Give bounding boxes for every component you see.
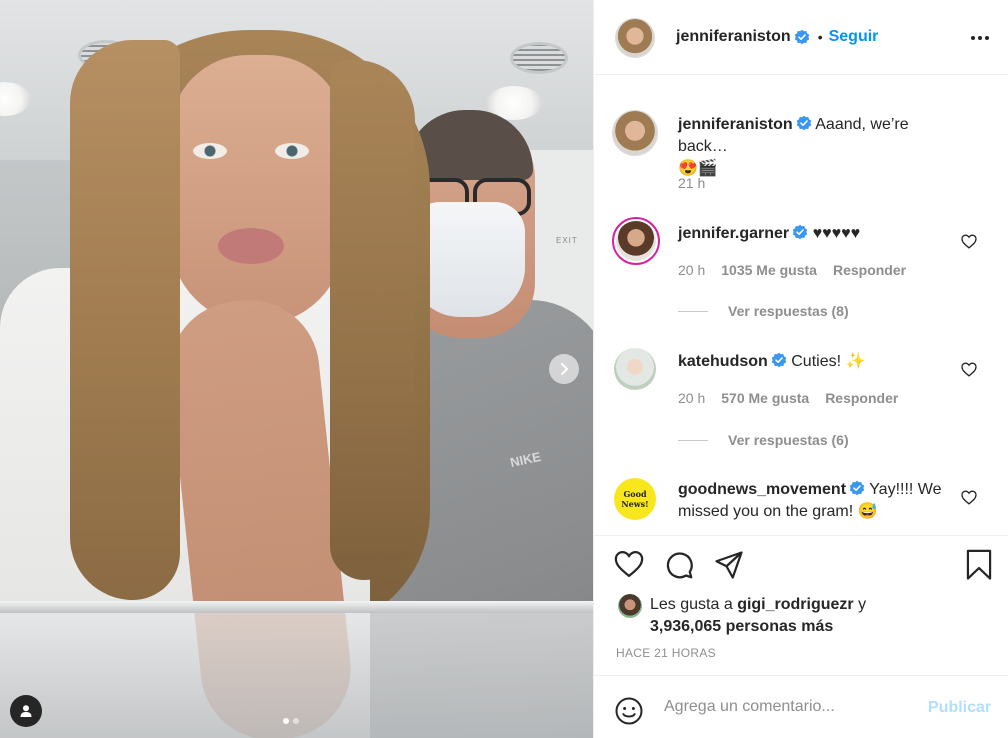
post-side-panel: jenniferaniston • Seguir jenniferaniston…: [593, 0, 1008, 738]
verified-badge-icon: [771, 352, 786, 368]
likes-prefix: Les gusta a: [650, 596, 733, 613]
comments-list[interactable]: jenniferaniston Aaand, we’re back… 😍🎬 21…: [594, 76, 1008, 535]
comment-username[interactable]: jennifer.garner: [678, 225, 789, 242]
liker-username[interactable]: gigi_rodriguezr: [737, 596, 853, 613]
next-photo-button[interactable]: [549, 354, 579, 384]
caption-meta: 21 h: [678, 175, 705, 191]
verified-badge-icon: [794, 29, 809, 45]
comment-input[interactable]: [664, 694, 914, 720]
replies-divider: [678, 310, 708, 312]
verified-badge-icon: [792, 224, 808, 240]
post-photo[interactable]: EXIT NIKE: [0, 0, 593, 738]
comment-text-wrap: goodnews_movement Yay!!!! We missed you …: [678, 479, 948, 523]
likes-connector: y: [858, 596, 867, 613]
more-icon: [978, 36, 982, 40]
woman-hair-front: [330, 60, 415, 580]
like-comment-heart-icon[interactable]: [961, 234, 977, 249]
ceiling-vent: [510, 42, 568, 74]
comment-time[interactable]: 20 h: [678, 262, 705, 278]
view-replies-button[interactable]: Ver respuestas (6): [678, 432, 849, 448]
avatar-logo-text: Good News!: [621, 489, 649, 509]
comment-text-wrap: jennifer.garner ♥♥♥♥♥: [678, 223, 938, 245]
commenter-avatar[interactable]: [614, 348, 656, 390]
caption-username[interactable]: jenniferaniston: [678, 116, 793, 133]
view-replies-label: Ver respuestas (6): [728, 432, 849, 448]
caption-text-wrap: jenniferaniston Aaand, we’re back… 😍🎬: [678, 114, 938, 180]
author-username[interactable]: jenniferaniston: [676, 28, 791, 46]
comment-text-wrap: katehudson Cuties! ✨: [678, 351, 938, 373]
comment-form: Publicar: [594, 675, 1008, 738]
more-icon: [985, 36, 989, 40]
post-time-ago[interactable]: HACE 21 HORAS: [616, 646, 716, 660]
exit-sign: EXIT: [556, 236, 578, 245]
post-header: jenniferaniston • Seguir: [594, 0, 1008, 75]
woman-lips: [218, 228, 284, 264]
verified-badge-icon: [849, 480, 865, 496]
woman-eye: [193, 143, 227, 159]
more-options-button[interactable]: [971, 36, 989, 40]
like-comment-heart-icon[interactable]: [961, 362, 977, 377]
comment-meta: 20 h 1035 Me gusta Responder: [678, 262, 906, 278]
liker-avatar[interactable]: [618, 594, 642, 618]
caption-time[interactable]: 21 h: [678, 175, 705, 191]
more-icon: [971, 36, 975, 40]
caption-avatar[interactable]: [612, 110, 658, 156]
verified-badge-icon: [796, 115, 811, 131]
woman-eye: [275, 143, 309, 159]
counter-edge: [0, 601, 593, 613]
view-replies-label: Ver respuestas (8): [728, 303, 849, 319]
comment-icon[interactable]: [664, 550, 694, 580]
chevron-right-icon: [560, 362, 569, 376]
replies-divider: [678, 439, 708, 441]
user-tag-button[interactable]: [10, 695, 42, 727]
comment-text: ♥♥♥♥♥: [812, 225, 861, 242]
header-user: jenniferaniston • Seguir: [676, 28, 878, 46]
reply-button[interactable]: Responder: [833, 262, 906, 278]
comment-likes[interactable]: 1035 Me gusta: [721, 262, 817, 278]
heart-icon[interactable]: [614, 550, 644, 578]
comment-username[interactable]: katehudson: [678, 353, 768, 370]
comment-meta: 20 h 570 Me gusta Responder: [678, 390, 898, 406]
woman-face: [170, 55, 345, 325]
comment-username[interactable]: goodnews_movement: [678, 481, 846, 498]
commenter-avatar[interactable]: Good News!: [614, 478, 656, 520]
comment-time[interactable]: 20 h: [678, 390, 705, 406]
likes-text: Les gusta a gigi_rodriguezr y 3,936,065 …: [650, 594, 990, 638]
commenter-avatar[interactable]: [612, 217, 660, 265]
author-avatar[interactable]: [615, 18, 655, 58]
user-tag-icon: [20, 705, 32, 717]
post-actions: [594, 535, 1008, 580]
likes-count[interactable]: 3,936,065 personas más: [650, 618, 833, 635]
carousel-dot-active: [283, 718, 289, 724]
bookmark-icon[interactable]: [965, 549, 993, 581]
like-comment-heart-icon[interactable]: [961, 490, 977, 505]
publish-button[interactable]: Publicar: [928, 699, 991, 717]
share-icon[interactable]: [714, 550, 744, 580]
comment-text: Cuties! ✨: [791, 353, 866, 370]
carousel-dots: [283, 718, 299, 724]
view-replies-button[interactable]: Ver respuestas (8): [678, 303, 849, 319]
comment-likes[interactable]: 570 Me gusta: [721, 390, 809, 406]
reply-button[interactable]: Responder: [825, 390, 898, 406]
emoji-icon[interactable]: [614, 696, 644, 726]
carousel-dot: [293, 718, 299, 724]
follow-button[interactable]: Seguir: [829, 28, 879, 46]
woman-hair-front: [70, 40, 180, 600]
header-separator: •: [817, 29, 823, 45]
